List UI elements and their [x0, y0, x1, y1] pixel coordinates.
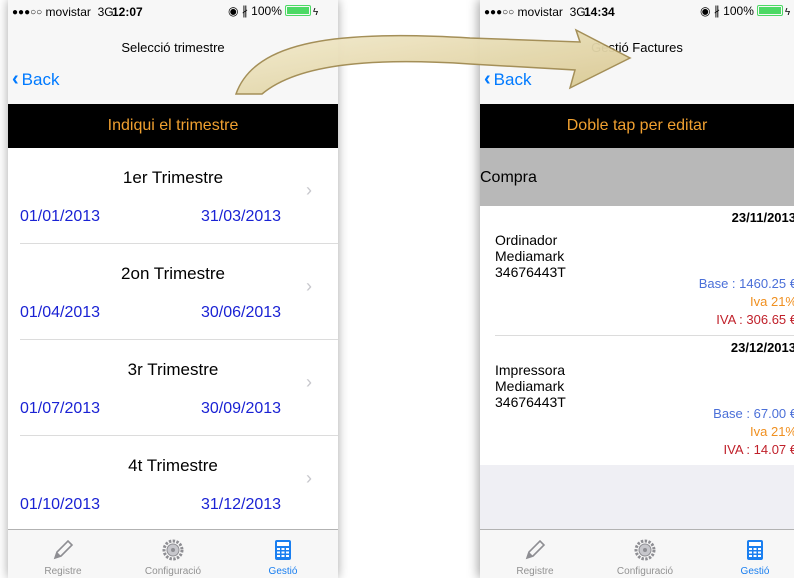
calculator-icon — [275, 540, 291, 560]
invoice-date: 23/12/2013 — [730, 340, 794, 355]
invoice-iva-amount: IVA : 306.65 € — [716, 312, 794, 327]
quarter-row[interactable]: 4t Trimestre 01/10/2013 31/12/2013 › — [8, 436, 338, 532]
invoice-iva-rate: Iva 21% — [750, 424, 794, 439]
pencil-icon — [53, 539, 74, 560]
quarter-end-date: 31/12/2013 — [201, 496, 282, 513]
tab-gestio[interactable]: Gestió — [700, 530, 794, 578]
invoice-item: Impressora — [495, 362, 566, 378]
quarter-row[interactable]: 2on Trimestre 01/04/2013 30/06/2013 › — [8, 244, 338, 340]
battery-info: ◉ ∦ 100% ϟ — [228, 4, 318, 18]
carrier-info: ●●●○○ movistar 3G — [12, 5, 114, 19]
battery-icon — [284, 5, 311, 16]
tab-label: Gestió — [740, 566, 770, 577]
tab-label: Registre — [516, 566, 554, 577]
status-bar: ●●●○○ movistar 3G 14:34 ◉ ∦ 100% ϟ — [480, 0, 794, 22]
tab-configuracio[interactable]: Configuració — [590, 530, 700, 578]
carrier-name: movistar — [45, 5, 91, 19]
status-bar: ●●●○○ movistar 3G 12:07 ◉ ∦ 100% ϟ — [8, 0, 338, 22]
quarter-start-date: 01/01/2013 — [20, 208, 101, 225]
chevron-left-icon: ‹ — [12, 68, 19, 90]
quarter-end-date: 31/03/2013 — [201, 208, 282, 225]
disclosure-chevron-icon: › — [306, 468, 312, 488]
invoice-date: 23/11/2013 — [731, 210, 794, 225]
invoice-description: Impressora Mediamark 34676443T — [495, 362, 566, 410]
charging-icon: ϟ — [784, 7, 791, 18]
battery-percent: 100% — [251, 4, 282, 18]
invoice-iva-rate: Iva 21% — [750, 294, 794, 309]
quarter-title: 3r Trimestre — [127, 360, 219, 379]
tab-label: Registre — [44, 566, 82, 577]
calculator-icon — [747, 540, 763, 560]
invoice-row[interactable]: 23/11/2013 Ordinador Mediamark 34676443T… — [480, 206, 794, 336]
right-screen: ●●●○○ movistar 3G 14:34 ◉ ∦ 100% ϟ Gestió… — [480, 0, 794, 578]
invoice-item: Ordinador — [495, 232, 558, 248]
signal-dots-icon: ●●●○○ — [12, 7, 43, 18]
tab-configuracio[interactable]: Configuració — [118, 530, 228, 578]
disclosure-chevron-icon: › — [306, 276, 312, 296]
tab-label: Configuració — [144, 566, 202, 577]
quarter-title: 2on Trimestre — [121, 264, 225, 283]
instruction-banner: Indiqui el trimestre — [8, 104, 338, 148]
signal-dots-icon: ●●●○○ — [484, 7, 515, 18]
carrier-name: movistar — [517, 5, 563, 19]
quarter-title: 1er Trimestre — [122, 168, 224, 187]
lock-rotation-icon: ◉ — [228, 4, 239, 18]
empty-area — [480, 465, 794, 530]
tab-registre[interactable]: Registre — [8, 530, 118, 578]
tab-gestio[interactable]: Gestió — [228, 530, 338, 578]
status-time: 14:34 — [584, 5, 615, 19]
back-label: Back — [493, 70, 532, 89]
gear-icon — [162, 539, 184, 561]
tab-label: Gestió — [268, 566, 298, 577]
chevron-left-icon: ‹ — [484, 68, 491, 90]
nav-bar: Selecció trimestre ‹ Back — [8, 22, 338, 105]
quarter-end-date: 30/09/2013 — [201, 400, 282, 417]
quarter-row[interactable]: 3r Trimestre 01/07/2013 30/09/2013 › — [8, 340, 338, 436]
invoice-supplier: Mediamark — [495, 248, 565, 264]
invoice-nif: 34676443T — [495, 394, 566, 410]
left-screen: ●●●○○ movistar 3G 12:07 ◉ ∦ 100% ϟ Selecc… — [8, 0, 338, 578]
tab-bar: Registre Configuració Gestió — [8, 529, 338, 578]
quarter-start-date: 01/04/2013 — [20, 304, 101, 321]
tab-bar: Registre Configuració Gestió — [480, 529, 794, 578]
charging-icon: ϟ — [312, 7, 319, 18]
back-button[interactable]: ‹ Back — [484, 68, 531, 91]
section-title: Compra — [480, 169, 537, 186]
invoice-nif: 34676443T — [495, 264, 566, 280]
lock-rotation-icon: ◉ — [700, 4, 711, 18]
gear-icon — [634, 539, 656, 561]
invoice-base: Base : 1460.25 € — [698, 276, 794, 291]
disclosure-chevron-icon: › — [306, 180, 312, 200]
tab-label: Configuració — [616, 566, 674, 577]
invoice-description: Ordinador Mediamark 34676443T — [495, 232, 566, 280]
quarter-end-date: 30/06/2013 — [201, 304, 282, 321]
section-header: Compra — [480, 148, 794, 206]
nav-title: Selecció trimestre — [121, 40, 225, 55]
pencil-icon — [525, 539, 546, 560]
invoice-row[interactable]: 23/12/2013 Impressora Mediamark 34676443… — [480, 336, 794, 466]
quarter-start-date: 01/07/2013 — [20, 400, 101, 417]
quarter-row[interactable]: 1er Trimestre 01/01/2013 31/03/2013 › — [8, 148, 338, 244]
status-time: 12:07 — [112, 5, 143, 19]
quarter-start-date: 01/10/2013 — [20, 496, 101, 513]
invoice-supplier: Mediamark — [495, 378, 565, 394]
bluetooth-icon: ∦ — [241, 4, 248, 18]
invoice-base: Base : 67.00 € — [713, 406, 794, 421]
disclosure-chevron-icon: › — [306, 372, 312, 392]
tab-registre[interactable]: Registre — [480, 530, 590, 578]
battery-info: ◉ ∦ 100% ϟ — [700, 4, 790, 18]
carrier-info: ●●●○○ movistar 3G — [484, 5, 586, 19]
instruction-banner: Doble tap per editar — [480, 104, 794, 148]
back-button[interactable]: ‹ Back — [12, 68, 59, 91]
battery-icon — [756, 5, 783, 16]
battery-percent: 100% — [723, 4, 754, 18]
nav-bar: Gestió Factures ‹ Back — [480, 22, 794, 105]
invoice-iva-amount: IVA : 14.07 € — [723, 442, 794, 457]
bluetooth-icon: ∦ — [713, 4, 720, 18]
quarter-title: 4t Trimestre — [128, 456, 218, 475]
nav-title: Gestió Factures — [591, 40, 683, 55]
back-label: Back — [21, 70, 60, 89]
